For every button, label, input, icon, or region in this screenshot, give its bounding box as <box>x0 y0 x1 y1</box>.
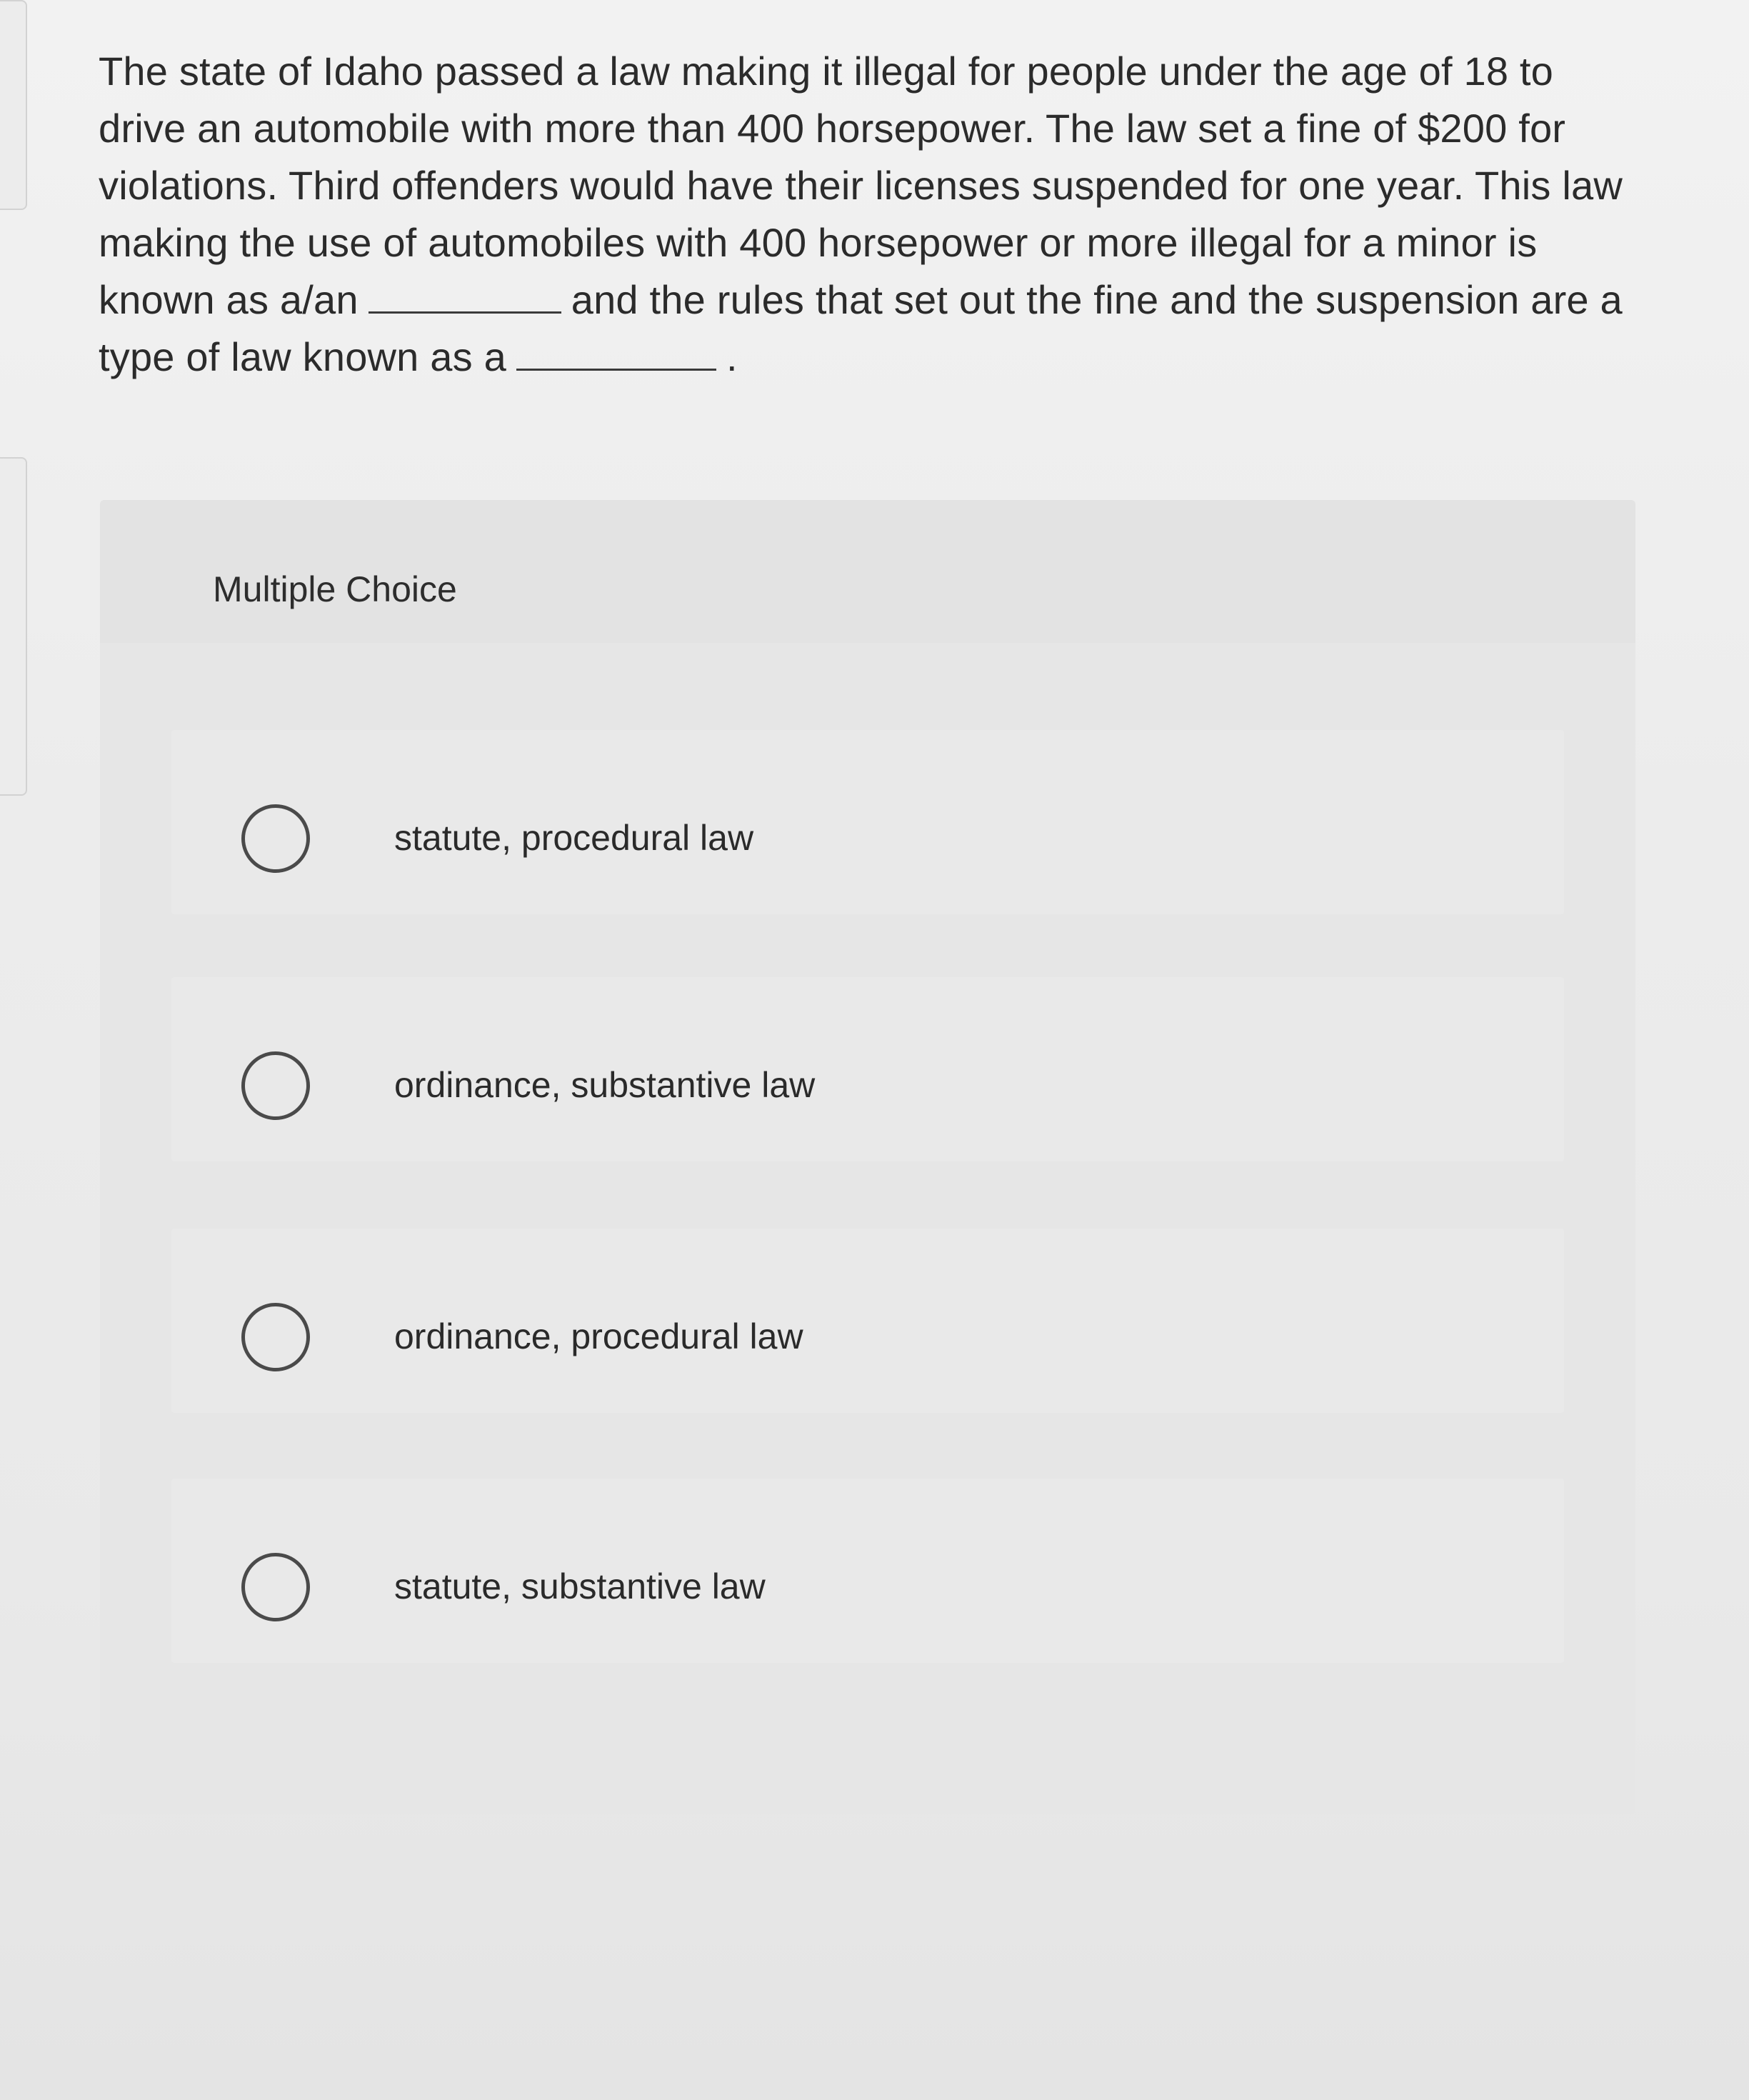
multiple-choice-panel: Multiple Choice statute, procedural law … <box>100 500 1635 1814</box>
left-edge-tab-lower <box>0 457 27 796</box>
answer-option-3[interactable]: ordinance, procedural law <box>171 1229 1564 1413</box>
multiple-choice-title: Multiple Choice <box>213 569 457 609</box>
radio-button-icon[interactable] <box>241 1051 310 1120</box>
answer-option-label[interactable]: ordinance, substantive law <box>394 1064 815 1106</box>
answer-option-label[interactable]: statute, substantive law <box>394 1566 766 1607</box>
question-text: The state of Idaho passed a law making i… <box>99 43 1641 386</box>
radio-button-icon[interactable] <box>241 1303 310 1371</box>
answer-option-1[interactable]: statute, procedural law <box>171 730 1564 914</box>
radio-button-icon[interactable] <box>241 804 310 873</box>
answer-option-2[interactable]: ordinance, substantive law <box>171 977 1564 1161</box>
radio-button-icon[interactable] <box>241 1553 310 1621</box>
question-part-3: . <box>726 334 738 379</box>
answer-blank-1 <box>368 277 561 314</box>
answer-blank-2 <box>516 334 716 371</box>
page-background: The state of Idaho passed a law making i… <box>0 0 1749 2100</box>
multiple-choice-header: Multiple Choice <box>100 500 1635 643</box>
answer-option-4[interactable]: statute, substantive law <box>171 1479 1564 1663</box>
answer-option-label[interactable]: ordinance, procedural law <box>394 1316 803 1357</box>
left-edge-tab <box>0 0 27 210</box>
answer-option-label[interactable]: statute, procedural law <box>394 817 753 859</box>
